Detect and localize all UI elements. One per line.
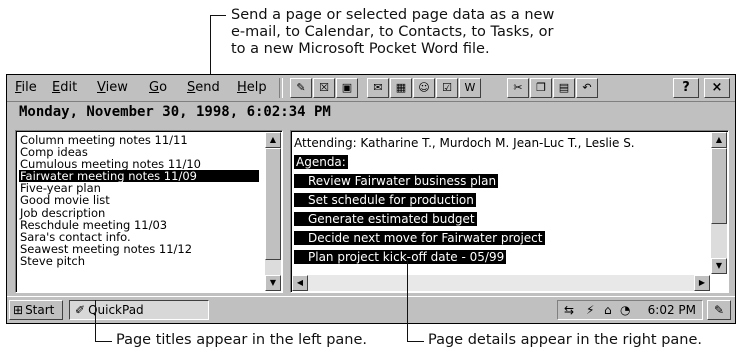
page-details-pane[interactable]: Attending: Katharine T., Murdoch M. Jean… xyxy=(290,130,729,293)
undo-icon[interactable]: ↶ xyxy=(576,78,598,98)
left-pane-callout: Page titles appear in the left pane. xyxy=(116,332,368,348)
menu-send[interactable]: Send xyxy=(187,80,220,95)
callout-leader-right-h xyxy=(407,341,424,342)
input-panel-icon[interactable]: ✎ xyxy=(707,300,731,320)
send-tasks-icon[interactable]: ☑ xyxy=(436,78,458,98)
list-item[interactable]: Steve pitch xyxy=(19,255,259,267)
left-vertical-scrollbar[interactable]: ▲ ▼ xyxy=(265,132,281,291)
callout-line-2: e-mail, to Calendar, to Contacts, to Tas… xyxy=(231,24,554,40)
attending-line: Attending: Katharine T., Murdoch M. Jean… xyxy=(294,136,635,150)
scroll-thumb[interactable] xyxy=(711,148,727,224)
send-word-icon[interactable]: W xyxy=(459,78,481,98)
scroll-down-arrow-icon[interactable]: ▼ xyxy=(711,258,727,274)
callout-leader-left-h xyxy=(95,341,112,342)
windows-logo-icon: ⊞ xyxy=(13,303,24,317)
agenda-item: Generate estimated budget xyxy=(294,212,477,226)
callout-line-3: to a new Microsoft Pocket Word file. xyxy=(231,41,490,57)
callout-leader-right-v xyxy=(407,260,408,342)
menu-file[interactable]: File xyxy=(15,80,37,95)
menu-help[interactable]: Help xyxy=(237,80,267,95)
alarm-icon[interactable]: ◔ xyxy=(620,301,630,319)
agenda-heading: Agenda: xyxy=(294,155,348,169)
agenda-item: Decide next move for Fairwater project xyxy=(294,231,545,245)
power-icon[interactable]: ⚡ xyxy=(586,301,594,319)
callout-leader-left-v xyxy=(95,300,96,342)
right-horizontal-scrollbar[interactable]: ◀ ▶ xyxy=(292,275,710,291)
close-button[interactable]: × xyxy=(704,78,730,98)
send-email-icon[interactable]: ✉ xyxy=(367,78,389,98)
list-item[interactable]: Good movie list xyxy=(19,194,259,206)
menu-go[interactable]: Go xyxy=(149,80,167,95)
page-titles-pane[interactable]: Column meeting notes 11/11 Comp ideas Cu… xyxy=(15,130,283,293)
cut-icon[interactable]: ✂ xyxy=(507,78,529,98)
paste-icon[interactable]: ▤ xyxy=(553,78,575,98)
scroll-up-arrow-icon[interactable]: ▲ xyxy=(711,132,727,148)
taskbar: ⊞ Start ✐ QuickPad ⇆ ⚡ ⌂ ◔ 6:02 PM ✎ xyxy=(7,296,735,323)
right-pane-callout: Page details appear in the right pane. xyxy=(428,332,703,348)
help-button[interactable]: ? xyxy=(673,78,699,98)
page-list: Column meeting notes 11/11 Comp ideas Cu… xyxy=(19,134,259,267)
callout-leader-top-h xyxy=(210,15,226,16)
taskbar-clock[interactable]: 6:02 PM xyxy=(648,301,696,319)
scroll-right-arrow-icon[interactable]: ▶ xyxy=(694,275,710,291)
callout-line-1: Send a page or selected page data as a n… xyxy=(231,7,555,23)
callout-leader-top-v xyxy=(210,15,211,81)
scroll-down-arrow-icon[interactable]: ▼ xyxy=(265,275,281,291)
page-details: Attending: Katharine T., Murdoch M. Jean… xyxy=(294,134,706,267)
quickpad-app-icon: ✐ xyxy=(75,303,86,317)
start-label: Start xyxy=(25,303,55,317)
start-button[interactable]: ⊞ Start xyxy=(9,300,63,320)
task-label: QuickPad xyxy=(88,303,144,317)
scroll-left-arrow-icon[interactable]: ◀ xyxy=(292,275,308,291)
menu-view[interactable]: View xyxy=(97,80,128,95)
send-contacts-icon[interactable]: ☺ xyxy=(413,78,435,98)
connection-icon[interactable]: ⇆ xyxy=(564,301,574,319)
copy-icon[interactable]: ❐ xyxy=(530,78,552,98)
date-time-header: Monday, November 30, 1998, 6:02:34 PM xyxy=(19,104,331,120)
send-calendar-icon[interactable]: ▦ xyxy=(390,78,412,98)
quickpad-task-button[interactable]: ✐ QuickPad xyxy=(69,300,209,320)
quickpad-window: File Edit View Go Send Help ✎ ☒ ▣ ✉ ▦ ☺ … xyxy=(6,74,736,324)
toolbar-separator xyxy=(279,78,283,98)
list-item[interactable]: Job description xyxy=(19,206,259,218)
new-note-icon[interactable]: ✎ xyxy=(290,78,312,98)
list-item[interactable]: Reschdule meeting 11/03 xyxy=(19,219,259,231)
menu-bar: File Edit View Go Send Help ✎ ☒ ▣ ✉ ▦ ☺ … xyxy=(7,75,735,102)
menu-edit[interactable]: Edit xyxy=(52,80,77,95)
notification-icon[interactable]: ⌂ xyxy=(604,301,612,319)
agenda-item: Plan project kick-off date - 05/99 xyxy=(294,250,507,264)
delete-icon[interactable]: ☒ xyxy=(313,78,335,98)
agenda-item: Set schedule for production xyxy=(294,193,476,207)
send-menu-callout: Send a page or selected page data as a n… xyxy=(231,7,731,58)
right-vertical-scrollbar[interactable]: ▲ ▼ xyxy=(711,132,727,274)
system-tray: ⇆ ⚡ ⌂ ◔ 6:02 PM xyxy=(557,300,703,320)
save-icon[interactable]: ▣ xyxy=(336,78,358,98)
agenda-item: Review Fairwater business plan xyxy=(294,174,499,188)
scroll-up-arrow-icon[interactable]: ▲ xyxy=(265,132,281,148)
scroll-thumb[interactable] xyxy=(265,148,281,260)
